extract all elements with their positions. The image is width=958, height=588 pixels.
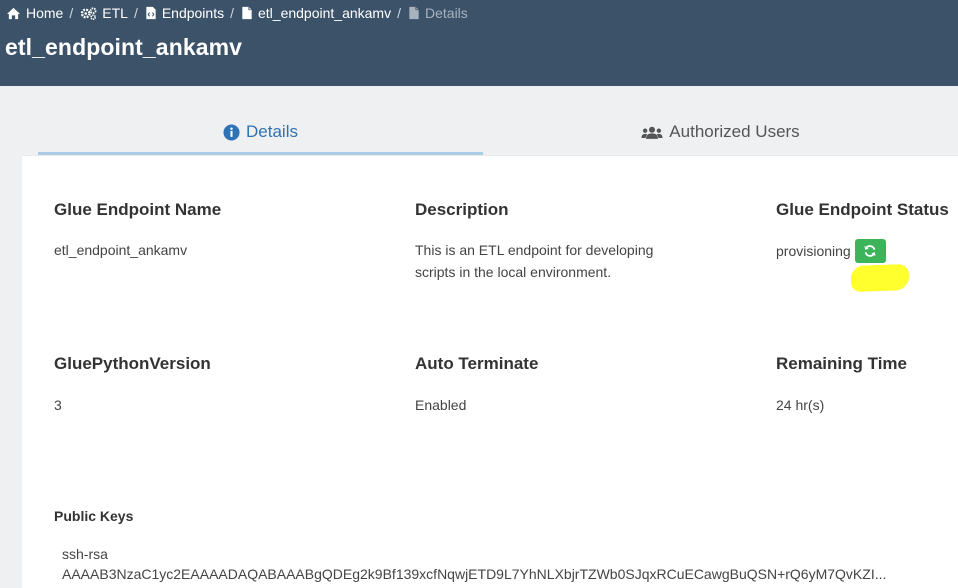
info-circle-icon bbox=[223, 123, 240, 141]
tab-authorized-users-label: Authorized Users bbox=[669, 122, 800, 141]
endpoint-name-value: etl_endpoint_ankamv bbox=[54, 242, 188, 258]
breadcrumb-separator: / bbox=[230, 5, 234, 21]
breadcrumb-etl-label: ETL bbox=[102, 5, 128, 21]
python-version-value: 3 bbox=[54, 397, 62, 413]
description-label: Description bbox=[415, 200, 509, 219]
breadcrumb-separator: / bbox=[69, 5, 74, 21]
breadcrumb-current: Details bbox=[408, 5, 468, 21]
auto-terminate-value: Enabled bbox=[415, 397, 467, 413]
description-line: scripts in the local environment. bbox=[415, 264, 612, 280]
description-line: This is an ETL endpoint for developing bbox=[415, 242, 654, 258]
refresh-status-button[interactable] bbox=[854, 239, 886, 263]
users-icon bbox=[641, 125, 663, 140]
public-keys-label: Public Keys bbox=[54, 508, 134, 524]
endpoint-status-label: Glue Endpoint Status bbox=[776, 200, 949, 219]
breadcrumb-home-label: Home bbox=[26, 5, 64, 21]
remaining-time-value: 24 hr(s) bbox=[776, 397, 825, 413]
file-icon bbox=[241, 6, 253, 20]
endpoint-status: provisioning bbox=[776, 239, 886, 263]
home-icon bbox=[6, 7, 21, 20]
breadcrumb-separator: / bbox=[397, 5, 401, 21]
breadcrumb-separator: / bbox=[133, 5, 138, 21]
gears-icon bbox=[80, 6, 97, 20]
tab-details[interactable]: Details bbox=[38, 112, 483, 155]
breadcrumb-current-label: Details bbox=[425, 5, 468, 21]
breadcrumb-home[interactable]: Home bbox=[6, 5, 63, 21]
tab-details-label: Details bbox=[246, 122, 298, 141]
public-key-type: ssh-rsa bbox=[62, 546, 108, 562]
breadcrumb-endpoint[interactable]: etl_endpoint_ankamv bbox=[241, 5, 391, 21]
remaining-time-label: Remaining Time bbox=[776, 354, 907, 373]
breadcrumb: Home / ETL / Endpoints / etl_endpoint_an… bbox=[6, 4, 468, 22]
breadcrumb-endpoint-label: etl_endpoint_ankamv bbox=[258, 5, 392, 21]
breadcrumb-endpoints[interactable]: Endpoints bbox=[145, 5, 224, 21]
python-version-label: GluePythonVersion bbox=[54, 354, 211, 373]
highlighter-mark bbox=[850, 263, 910, 293]
page-title: etl_endpoint_ankamv bbox=[5, 34, 243, 60]
public-key-data: AAAAB3NzaC1yc2EAAAADAQABAAABgQDEg2k9Bf13… bbox=[62, 566, 887, 582]
public-keys-value: ssh-rsa AAAAB3NzaC1yc2EAAAADAQABAAABgQDE… bbox=[62, 544, 958, 584]
breadcrumb-endpoints-label: Endpoints bbox=[161, 5, 225, 21]
page-header: Home / ETL / Endpoints / etl_endpoint_an… bbox=[0, 0, 958, 86]
description-value: This is an ETL endpoint for developing s… bbox=[415, 239, 715, 283]
tab-authorized-users[interactable]: Authorized Users bbox=[483, 112, 958, 152]
auto-terminate-label: Auto Terminate bbox=[415, 354, 539, 373]
endpoint-name-label: Glue Endpoint Name bbox=[54, 200, 222, 219]
code-file-icon bbox=[145, 6, 157, 20]
status-value: provisioning bbox=[776, 243, 851, 259]
file-icon bbox=[408, 6, 420, 20]
refresh-icon bbox=[863, 244, 877, 258]
breadcrumb-etl[interactable]: ETL bbox=[80, 5, 128, 21]
